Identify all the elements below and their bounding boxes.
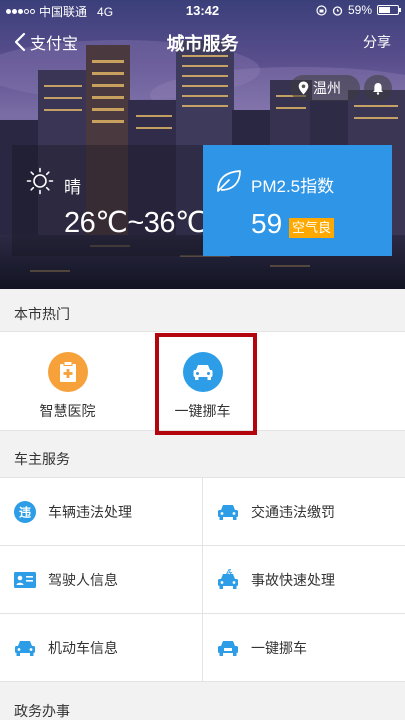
navigation-bar: 支付宝 城市服务 分享 <box>0 24 405 60</box>
city-selector[interactable]: 温州 <box>290 75 360 101</box>
service-label: 事故快速处理 <box>251 571 335 588</box>
orientation-lock-icon <box>316 4 327 16</box>
section-title-hot: 本市热门 <box>0 296 405 332</box>
battery-icon <box>377 5 401 15</box>
accident-icon <box>215 567 241 593</box>
service-move-car[interactable]: 一键挪车 <box>203 614 405 682</box>
car-fine-icon <box>215 499 241 525</box>
pm25-label: PM2.5指数 <box>251 177 335 196</box>
svg-text:违: 违 <box>19 504 31 519</box>
hot-item-smart-hospital[interactable]: 智慧医院 <box>0 332 135 432</box>
driver-id-icon <box>12 567 38 593</box>
battery-percent: 59% <box>347 3 372 17</box>
highlight-box <box>155 333 257 435</box>
section-title-government: 政务办事 <box>0 693 405 720</box>
service-vehicle-violation[interactable]: 违 车辆违法处理 <box>0 478 202 546</box>
hot-item-label: 智慧医院 <box>39 403 96 419</box>
city-banner: 中国联通 4G 13:42 59% 支付宝 城市服务 分享 温州 晴 26℃~3… <box>0 0 405 289</box>
notification-button[interactable] <box>364 75 392 101</box>
violation-icon: 违 <box>12 499 38 525</box>
weather-condition: 晴 <box>64 178 81 197</box>
temperature-range: 26℃~36℃ <box>64 207 208 239</box>
weather-card[interactable]: 晴 26℃~36℃ <box>12 145 208 256</box>
leaf-icon <box>217 170 241 192</box>
service-driver-info[interactable]: 驾驶人信息 <box>0 546 202 614</box>
hospital-icon <box>47 352 88 392</box>
share-button[interactable]: 分享 <box>363 32 391 52</box>
move-car-icon <box>215 635 241 661</box>
sun-icon <box>26 167 54 195</box>
vehicle-info-icon <box>12 635 38 661</box>
status-bar: 中国联通 4G 13:42 59% <box>0 0 405 20</box>
page-title: 城市服务 <box>166 34 239 54</box>
service-accident-quick[interactable]: 事故快速处理 <box>203 546 405 614</box>
city-name: 温州 <box>313 80 341 96</box>
location-pin-icon <box>298 81 309 95</box>
service-traffic-fine[interactable]: 交通违法缴罚 <box>203 478 405 546</box>
service-vehicle-info[interactable]: 机动车信息 <box>0 614 202 682</box>
bell-icon <box>373 82 383 95</box>
alarm-icon <box>332 5 343 16</box>
service-label: 车辆违法处理 <box>48 503 132 520</box>
service-label: 一键挪车 <box>251 639 307 656</box>
air-quality-card[interactable]: PM2.5指数 59 空气良 <box>203 145 392 256</box>
air-quality-badge: 空气良 <box>289 218 335 238</box>
service-label: 交通违法缴罚 <box>251 503 335 520</box>
pm25-value: 59 <box>251 208 283 239</box>
service-label: 机动车信息 <box>48 639 118 656</box>
section-title-car-owner: 车主服务 <box>0 441 405 477</box>
service-label: 驾驶人信息 <box>48 571 118 588</box>
grid-divider <box>202 477 203 682</box>
